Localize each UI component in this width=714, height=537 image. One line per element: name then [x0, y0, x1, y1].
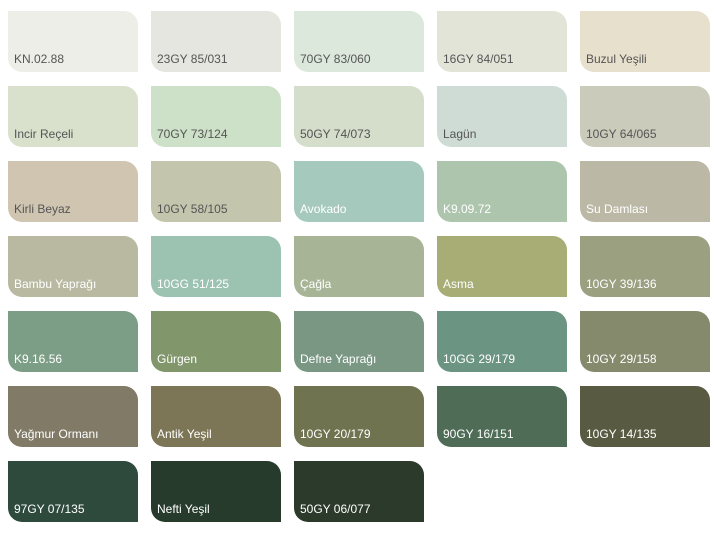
color-swatch[interactable]: 50GY 74/073: [294, 86, 424, 147]
swatch-label: K9.16.56: [14, 352, 63, 366]
swatch-label: 16GY 84/051: [443, 52, 514, 66]
swatch-label: K9.09.72: [443, 202, 492, 216]
color-swatch[interactable]: Gürgen: [151, 311, 281, 372]
swatch-label: 90GY 16/151: [443, 427, 514, 441]
swatch-label: 10GY 14/135: [586, 427, 657, 441]
color-swatch-grid: KN.02.88 23GY 85/031 70GY 83/060 16GY 84…: [0, 0, 714, 537]
swatch-label: 10GY 20/179: [300, 427, 371, 441]
color-swatch[interactable]: 10GG 51/125: [151, 236, 281, 297]
color-swatch[interactable]: 50GY 06/077: [294, 461, 424, 522]
color-swatch[interactable]: Incir Reçeli: [8, 86, 138, 147]
swatch-label: 23GY 85/031: [157, 52, 228, 66]
swatch-label: Antik Yeşil: [157, 427, 212, 441]
color-swatch[interactable]: 90GY 16/151: [437, 386, 567, 447]
color-swatch[interactable]: 10GY 58/105: [151, 161, 281, 222]
swatch-label: 10GY 39/136: [586, 277, 657, 291]
swatch-label: Buzul Yeşili: [586, 52, 647, 66]
swatch-label: 10GG 29/179: [443, 352, 516, 366]
color-swatch[interactable]: Avokado: [294, 161, 424, 222]
swatch-label: 50GY 74/073: [300, 127, 371, 141]
swatch-label: 70GY 83/060: [300, 52, 371, 66]
color-swatch[interactable]: Antik Yeşil: [151, 386, 281, 447]
color-swatch[interactable]: 10GY 29/158: [580, 311, 710, 372]
swatch-label: 70GY 73/124: [157, 127, 228, 141]
color-swatch[interactable]: KN.02.88: [8, 11, 138, 72]
color-swatch[interactable]: Yağmur Ormanı: [8, 386, 138, 447]
color-swatch[interactable]: 10GY 39/136: [580, 236, 710, 297]
color-swatch[interactable]: Kirli Beyaz: [8, 161, 138, 222]
color-swatch[interactable]: Asma: [437, 236, 567, 297]
swatch-label: Avokado: [300, 202, 347, 216]
color-swatch[interactable]: 10GY 20/179: [294, 386, 424, 447]
swatch-label: Incir Reçeli: [14, 127, 74, 141]
swatch-label: Gürgen: [157, 352, 198, 366]
color-swatch[interactable]: Buzul Yeşili: [580, 11, 710, 72]
swatch-label: Defne Yaprağı: [300, 352, 377, 366]
color-swatch[interactable]: Çağla: [294, 236, 424, 297]
swatch-label: 50GY 06/077: [300, 502, 371, 516]
color-swatch[interactable]: K9.09.72: [437, 161, 567, 222]
color-swatch[interactable]: 10GY 64/065: [580, 86, 710, 147]
color-swatch[interactable]: 70GY 83/060: [294, 11, 424, 72]
color-swatch[interactable]: 70GY 73/124: [151, 86, 281, 147]
swatch-label: 10GG 51/125: [157, 277, 230, 291]
color-swatch[interactable]: Su Damlası: [580, 161, 710, 222]
swatch-label: Asma: [443, 277, 474, 291]
color-swatch[interactable]: 16GY 84/051: [437, 11, 567, 72]
swatch-label: Su Damlası: [586, 202, 649, 216]
swatch-label: Nefti Yeşil: [157, 502, 210, 516]
color-swatch[interactable]: 10GG 29/179: [437, 311, 567, 372]
color-swatch[interactable]: K9.16.56: [8, 311, 138, 372]
swatch-label: 10GY 58/105: [157, 202, 228, 216]
color-swatch[interactable]: Defne Yaprağı: [294, 311, 424, 372]
swatch-label: 97GY 07/135: [14, 502, 85, 516]
swatch-label: Bambu Yaprağı: [14, 277, 97, 291]
swatch-label: 10GY 29/158: [586, 352, 657, 366]
swatch-label: Lagün: [443, 127, 477, 141]
color-swatch[interactable]: 10GY 14/135: [580, 386, 710, 447]
swatch-label: Çağla: [300, 277, 332, 291]
color-swatch[interactable]: Nefti Yeşil: [151, 461, 281, 522]
color-swatch[interactable]: 97GY 07/135: [8, 461, 138, 522]
swatch-label: Yağmur Ormanı: [14, 427, 99, 441]
color-swatch[interactable]: Lagün: [437, 86, 567, 147]
swatch-label: Kirli Beyaz: [14, 202, 71, 216]
swatch-label: KN.02.88: [14, 52, 65, 66]
swatch-label: 10GY 64/065: [586, 127, 657, 141]
color-swatch[interactable]: Bambu Yaprağı: [8, 236, 138, 297]
color-swatch[interactable]: 23GY 85/031: [151, 11, 281, 72]
